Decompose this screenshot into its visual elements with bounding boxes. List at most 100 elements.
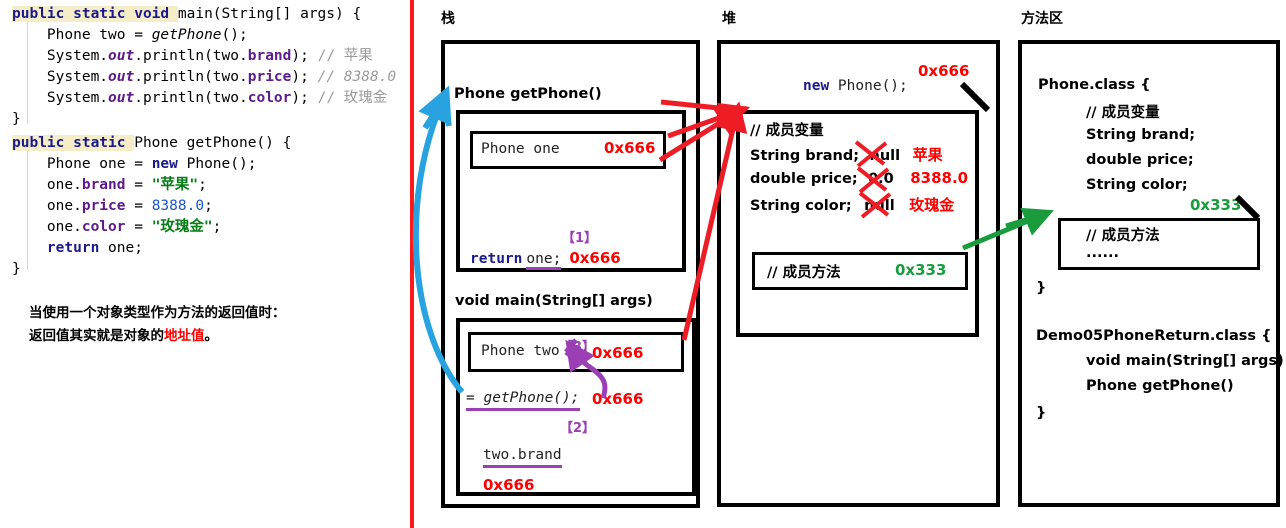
stack-step-2-label: 【2】	[560, 421, 596, 436]
stack-var-one-address: 0x666	[604, 139, 656, 157]
phone-class-field-2: String color;	[1086, 177, 1188, 193]
stack-return-variable: one;	[526, 251, 562, 270]
code-token: "玫瑰金"	[151, 219, 213, 235]
stack-var-one-name: Phone one	[481, 141, 560, 157]
code-token: one.	[12, 219, 82, 235]
method-area-region-label: 方法区	[1021, 11, 1063, 27]
stack-main-use-address: 0x666	[483, 476, 535, 494]
phone-class-close: }	[1036, 280, 1047, 296]
stack-return-address: 0x666	[569, 249, 621, 267]
stack-region-label: 栈	[441, 11, 455, 27]
phone-class-field-0: String brand;	[1086, 127, 1196, 143]
code-token: Phone one =	[12, 156, 152, 172]
heap-field-row-2: String color; null 玫瑰金	[750, 194, 954, 215]
code-block-main: public static void main(String[] args) {…	[12, 4, 396, 130]
code-line: }	[12, 259, 291, 280]
code-token: one.	[12, 198, 82, 214]
code-token: System.	[12, 90, 109, 106]
code-token: color	[247, 90, 292, 106]
code-token: .println(two.	[134, 69, 248, 85]
code-line: public static void main(String[] args) {	[12, 4, 396, 25]
phone-class-open: Phone.class {	[1038, 77, 1151, 93]
code-token: );	[291, 69, 318, 85]
stack-main-call-address: 0x666	[592, 390, 644, 408]
note-line-2: 返回值其实就是对象的地址值。	[29, 325, 399, 348]
stack-var-two-name: Phone two	[481, 343, 560, 359]
code-token: main(String[] args) {	[177, 6, 362, 22]
code-line: one.color = "玫瑰金";	[12, 217, 291, 238]
heap-field-row-1: double price; 0.0 8388.0	[750, 169, 968, 188]
heap-new-expression: new Phone();	[803, 78, 908, 94]
heap-field-value-2: 玫瑰金	[909, 196, 955, 214]
code-token: one;	[99, 240, 143, 256]
code-token: brand	[247, 48, 292, 64]
heap-field-init-2: null	[864, 198, 895, 214]
code-line: Phone one = new Phone();	[12, 154, 291, 175]
code-token: ();	[221, 27, 248, 43]
heap-new-keyword: new	[803, 78, 830, 94]
code-line: Phone two = getPhone();	[12, 25, 396, 46]
stack-frame-main-title: void main(String[] args)	[455, 293, 653, 309]
code-token: =	[125, 177, 152, 193]
code-token: System.	[12, 48, 109, 64]
stack-main-use-expression: two.brand	[483, 447, 562, 468]
code-token: one.	[12, 177, 82, 193]
demo-class-member-1: Phone getPhone()	[1086, 378, 1234, 394]
phone-class-method-address: 0x333	[1190, 196, 1242, 214]
code-token: getPhone	[151, 27, 222, 43]
code-block-getphone: public static Phone getPhone() { Phone o…	[12, 133, 291, 280]
code-line: System.out.println(two.color); // 玫瑰金	[12, 88, 396, 109]
note-line-2-prefix: 返回值其实就是对象的	[29, 328, 164, 344]
code-token: out	[108, 90, 135, 106]
code-line: System.out.println(two.brand); // 苹果	[12, 46, 396, 67]
code-token: Phone getPhone() {	[134, 135, 292, 151]
code-token: out	[108, 69, 135, 85]
phone-class-fields-comment: // 成员变量	[1086, 105, 1160, 121]
phone-class-method-ellipsis: ......	[1086, 245, 1120, 261]
code-token: ;	[212, 219, 222, 235]
demo-class-close: }	[1036, 405, 1047, 421]
phone-class-field-1: double price;	[1086, 152, 1194, 168]
code-line: System.out.println(two.price); // 8388.0	[12, 67, 396, 88]
code-token: ;	[198, 177, 207, 193]
code-token: Phone two =	[12, 27, 152, 43]
heap-field-init-0: null	[869, 148, 901, 164]
code-token: return	[46, 240, 100, 256]
heap-new-rest: Phone();	[829, 78, 908, 94]
note-line-2-suffix: 。	[204, 328, 219, 344]
code-token: 8388.0	[151, 198, 205, 214]
note-highlight-address: 地址值	[164, 328, 205, 344]
stack-step-3-label: 【3】	[560, 340, 596, 355]
code-token: brand	[81, 177, 126, 193]
code-line: one.brand = "苹果";	[12, 175, 291, 196]
stack-return-keyword: return	[470, 251, 523, 267]
demo-class-member-0: void main(String[] args)	[1086, 353, 1284, 369]
heap-field-value-0: 苹果	[912, 146, 943, 164]
stack-return-line: return one; 0x666	[470, 249, 621, 270]
code-line: public static Phone getPhone() {	[12, 133, 291, 154]
code-token: out	[108, 48, 135, 64]
heap-method-comment: // 成员方法	[767, 265, 841, 281]
heap-method-address: 0x333	[895, 261, 947, 279]
stack-main-call-expression: = getPhone();	[466, 390, 580, 411]
code-token: ;	[204, 198, 213, 214]
code-token: =	[125, 219, 152, 235]
stack-frame-getphone-title: Phone getPhone()	[454, 86, 602, 102]
code-token: =	[125, 198, 152, 214]
heap-region-label: 堆	[722, 11, 736, 27]
code-token: public static	[12, 135, 135, 151]
heap-fields-comment: // 成员变量	[750, 123, 824, 139]
demo-class-open: Demo05PhoneReturn.class {	[1036, 328, 1272, 344]
phone-class-method-comment: // 成员方法	[1086, 228, 1160, 244]
explanation-note: 当使用一个对象类型作为方法的返回值时： 返回值其实就是对象的地址值。	[29, 302, 399, 348]
code-token: new	[151, 156, 178, 172]
stack-step-1-label: 【1】	[562, 231, 598, 246]
code-token: // 8388.0	[317, 69, 397, 85]
code-token: color	[81, 219, 126, 235]
code-token: );	[291, 48, 318, 64]
heap-field-row-0: String brand; null 苹果	[750, 144, 943, 165]
code-token: }	[12, 111, 21, 127]
code-token: price	[247, 69, 292, 85]
code-token: );	[291, 90, 318, 106]
